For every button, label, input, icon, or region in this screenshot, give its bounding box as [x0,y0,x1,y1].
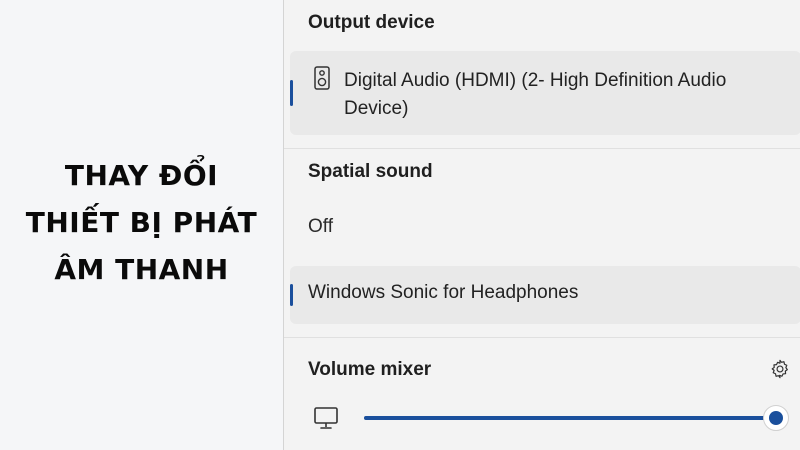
section-divider [284,148,800,149]
output-device-title: Output device [308,12,435,33]
volume-slider-track[interactable] [364,416,776,420]
volume-slider-thumb-dot [769,411,783,425]
caption-heading: THAY ĐỔI THIẾT BỊ PHÁT ÂM THANH [26,152,257,293]
output-device-item[interactable]: Digital Audio (HDMI) (2- High Definition… [290,51,800,135]
gear-icon[interactable] [769,358,791,380]
section-divider [284,337,800,338]
audio-flyout-panel: Output device Digital Audio (HDMI) (2- H… [283,0,800,450]
volume-slider-fill [364,416,776,420]
speaker-icon [314,66,330,90]
spatial-option-label: Windows Sonic for Headphones [308,282,579,303]
caption-line-1: THAY ĐỔI [64,158,219,192]
caption-line-2: THIẾT BỊ PHÁT [25,205,258,239]
caption-area: THAY ĐỔI THIẾT BỊ PHÁT ÂM THANH [0,0,283,450]
output-device-label: Digital Audio (HDMI) (2- High Definition… [344,70,727,119]
spatial-option-windows-sonic[interactable]: Windows Sonic for Headphones [290,266,800,324]
spatial-option-off[interactable]: Off [308,216,333,238]
volume-mixer-title: Volume mixer [308,359,432,380]
volume-slider-thumb[interactable] [763,405,789,431]
spatial-sound-title: Spatial sound [308,161,433,182]
caption-line-3: ÂM THANH [54,252,229,286]
monitor-icon [314,407,338,429]
